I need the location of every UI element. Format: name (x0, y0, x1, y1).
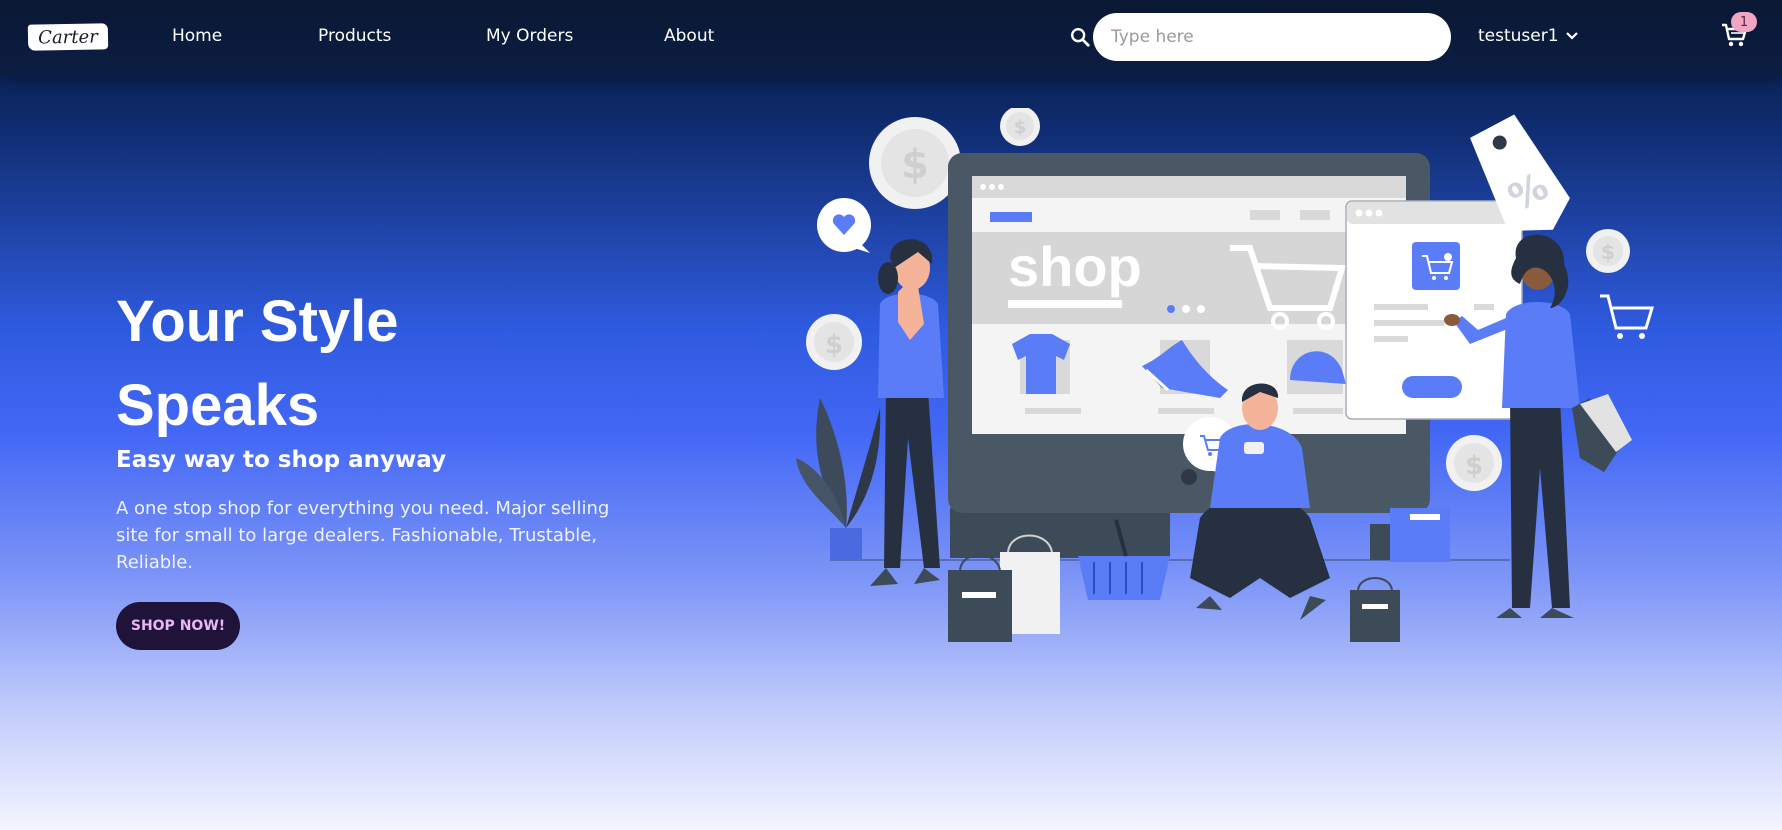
coin-icon: $ (806, 314, 862, 370)
heart-bubble-icon (817, 198, 871, 253)
nav-link-home[interactable]: Home (172, 26, 222, 46)
svg-text:$: $ (1601, 240, 1615, 264)
cart-outline-icon (1600, 294, 1655, 339)
gift-boxes-illustration (1370, 508, 1450, 562)
online-shopping-illustration: $ $ $ $ $ shop % (796, 108, 1655, 642)
brand-logo[interactable]: Carter (27, 23, 109, 51)
nav-link-products[interactable]: Products (318, 26, 391, 46)
top-navbar: Carter Home Products My Orders About tes… (0, 0, 1782, 76)
user-menu-dropdown[interactable]: testuser1 (1478, 26, 1579, 46)
username-label: testuser1 (1478, 26, 1559, 46)
coin-icon: $ (1586, 229, 1630, 273)
hero-description: A one stop shop for everything you need.… (116, 498, 610, 573)
svg-text:$: $ (825, 330, 843, 360)
svg-text:$: $ (1014, 117, 1027, 138)
app-window-illustration (1345, 200, 1523, 420)
search-icon[interactable] (1069, 26, 1091, 48)
nav-link-about[interactable]: About (664, 26, 714, 46)
coin-icon: $ (1446, 435, 1502, 491)
nav-link-my-orders[interactable]: My Orders (486, 26, 573, 46)
plant-decoration (796, 398, 881, 560)
chevron-down-icon (1565, 32, 1578, 40)
hero-title-line-2: Speaks (116, 373, 320, 438)
svg-text:$: $ (901, 142, 929, 188)
woman-character-left (870, 239, 944, 586)
shopping-bag-small (1350, 577, 1400, 642)
coin-icon: $ (1000, 108, 1040, 146)
search-input[interactable] (1093, 13, 1451, 61)
hero-subtitle: Easy way to shop anyway (116, 447, 447, 473)
svg-text:$: $ (1465, 451, 1483, 481)
hero-title-line-1: Your Style (116, 289, 399, 354)
coin-icon: $ (869, 117, 961, 209)
cart-count-badge: 1 (1731, 12, 1757, 32)
brand-logo-text: Carter (38, 25, 98, 49)
hero-title: Your Style Speaks (116, 280, 676, 448)
shop-banner-text: shop (1008, 235, 1142, 298)
shop-now-button[interactable]: SHOP NOW! (116, 602, 240, 650)
